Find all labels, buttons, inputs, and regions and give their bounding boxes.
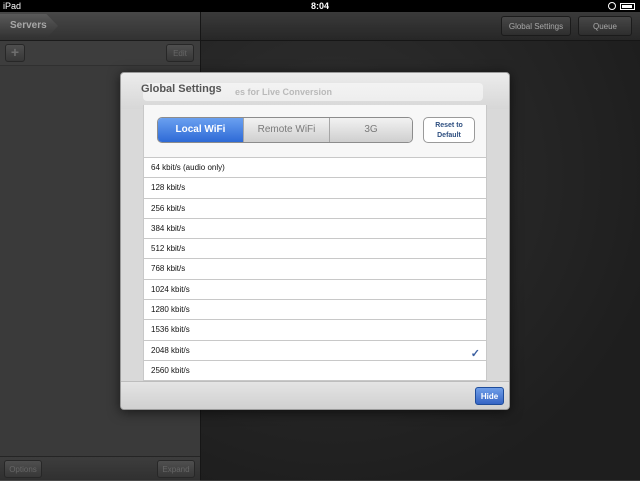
bitrate-row[interactable]: 384 kbit/s — [144, 218, 486, 240]
bitrate-label: 2048 kbit/s — [151, 345, 190, 355]
bitrate-label: 384 kbit/s — [151, 223, 186, 233]
hide-button[interactable]: Hide — [475, 387, 504, 405]
bitrate-row[interactable]: 1280 kbit/s — [144, 300, 486, 321]
global-settings-modal: es for Live Conversion Global Settings L… — [120, 72, 510, 410]
segment-remote-wifi[interactable]: Remote WiFi — [244, 118, 330, 142]
bitrate-label: 64 kbit/s (audio only) — [151, 163, 225, 172]
reset-label-line1: Reset to — [435, 122, 463, 129]
battery-icon — [620, 3, 635, 10]
bitrate-row[interactable]: 1536 kbit/s — [144, 320, 486, 341]
modal-title: Global Settings — [141, 83, 222, 95]
status-bar: iPad 8:04 — [0, 0, 640, 12]
bitrate-label: 256 kbit/s — [151, 203, 186, 213]
bitrate-row[interactable]: 1024 kbit/s — [144, 279, 486, 301]
rotation-lock-icon — [608, 2, 616, 10]
bitrate-label: 128 kbit/s — [151, 183, 186, 193]
bitrate-row[interactable]: 256 kbit/s — [144, 198, 486, 219]
bitrate-row[interactable]: 768 kbit/s — [144, 259, 486, 280]
modal-header: es for Live Conversion Global Settings — [121, 73, 509, 109]
reset-label-line2: Default — [437, 132, 461, 139]
segment-3g[interactable]: 3G — [330, 118, 412, 142]
bitrate-row[interactable]: 128 kbit/s — [144, 178, 486, 199]
bitrate-label: 1536 kbit/s — [151, 325, 190, 335]
bitrate-row[interactable]: 2560 kbit/s — [144, 360, 486, 381]
status-clock: 8:04 — [310, 1, 329, 11]
segment-local-wifi[interactable]: Local WiFi — [158, 118, 244, 142]
bitrate-label: 1280 kbit/s — [151, 305, 190, 315]
network-segmented-control: Local WiFi Remote WiFi 3G — [157, 117, 413, 143]
bitrate-label: 2560 kbit/s — [151, 365, 190, 375]
bitrate-row[interactable]: 64 kbit/s (audio only) — [144, 158, 486, 179]
settings-sheet: Local WiFi Remote WiFi 3G Reset to Defau… — [143, 105, 487, 381]
bitrate-row-selected[interactable]: 2048 kbit/s ✓ — [144, 340, 486, 361]
bitrate-label: 768 kbit/s — [151, 264, 186, 274]
reset-to-default-button[interactable]: Reset to Default — [423, 117, 475, 143]
bitrate-row[interactable]: 512 kbit/s — [144, 239, 486, 260]
modal-footer: Hide — [121, 381, 509, 409]
bitrate-label: 1024 kbit/s — [151, 284, 190, 294]
bitrate-label: 512 kbit/s — [151, 244, 186, 254]
bitrate-list: 64 kbit/s (audio only) 128 kbit/s 256 kb… — [144, 157, 486, 381]
